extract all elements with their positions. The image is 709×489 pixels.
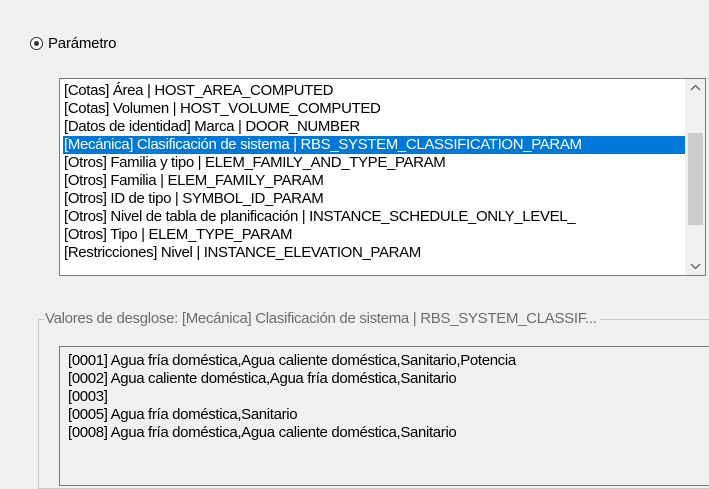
chevron-down-icon: [690, 263, 701, 270]
list-item-selected[interactable]: [Mecánica] Clasificación de sistema | RB…: [63, 136, 685, 154]
list-item[interactable]: [Otros] Tipo | ELEM_TYPE_PARAM: [63, 226, 685, 244]
list-item[interactable]: [Otros] Nivel de tabla de planificación …: [63, 208, 685, 226]
list-item[interactable]: [Otros] Familia y tipo | ELEM_FAMILY_AND…: [63, 154, 685, 172]
list-item[interactable]: [Otros] Familia | ELEM_FAMILY_PARAM: [63, 172, 685, 190]
scroll-thumb[interactable]: [688, 133, 703, 225]
breakdown-values-box[interactable]: [0001] Agua fría doméstica,Agua caliente…: [59, 346, 709, 486]
parameter-radio[interactable]: Parámetro: [30, 33, 116, 53]
breakdown-value: [0002] Agua caliente doméstica,Agua fría…: [68, 370, 457, 387]
breakdown-caption: Valores de desglose: [Mecánica] Clasific…: [44, 310, 600, 328]
scroll-down-button[interactable]: [686, 258, 705, 275]
list-scrollbar[interactable]: [685, 79, 705, 275]
list-item[interactable]: [Datos de identidad] Marca | DOOR_NUMBER: [63, 118, 685, 136]
list-item[interactable]: [Cotas] Área | HOST_AREA_COMPUTED: [63, 82, 685, 100]
radio-selected-icon[interactable]: [30, 36, 43, 50]
chevron-up-icon: [690, 84, 701, 91]
list-item[interactable]: [Otros] ID de tipo | SYMBOL_ID_PARAM: [63, 190, 685, 208]
parameter-listbox[interactable]: [Cotas] Área | HOST_AREA_COMPUTED [Cotas…: [59, 78, 706, 276]
breakdown-value-lines: [0001] Agua fría doméstica,Agua caliente…: [68, 352, 516, 442]
list-item[interactable]: [Cotas] Volumen | HOST_VOLUME_COMPUTED: [63, 100, 685, 118]
parameter-radio-label: Parámetro: [48, 34, 117, 52]
breakdown-value: [0001] Agua fría doméstica,Agua caliente…: [68, 352, 516, 369]
list-item[interactable]: [Restricciones] Nivel | INSTANCE_ELEVATI…: [63, 244, 685, 262]
breakdown-value: [0005] Agua fría doméstica,Sanitario: [68, 406, 298, 423]
parameter-list-items: [Cotas] Área | HOST_AREA_COMPUTED [Cotas…: [63, 82, 685, 275]
breakdown-value: [0003]: [68, 388, 108, 405]
breakdown-value: [0008] Agua fría doméstica,Agua caliente…: [68, 424, 457, 441]
scroll-up-button[interactable]: [686, 79, 705, 96]
